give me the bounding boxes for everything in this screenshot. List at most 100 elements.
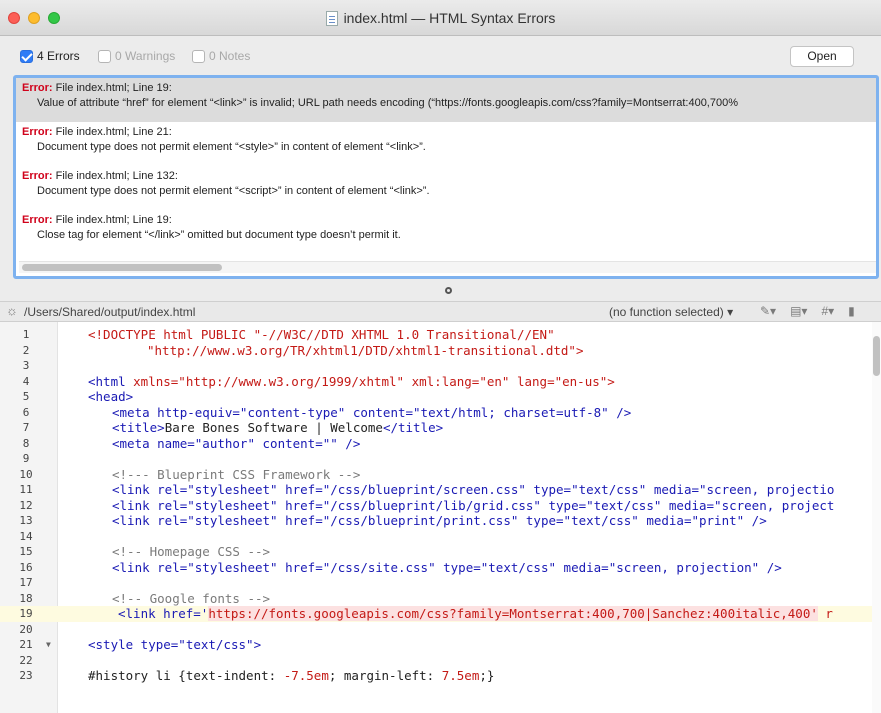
function-menu[interactable]: (no function selected) ▾ — [609, 305, 733, 319]
code-line: 8 <meta name="author" content="" /> — [0, 436, 872, 452]
html-tag: <html — [88, 373, 134, 389]
line-number: 18 — [19, 591, 33, 605]
css-prop: ; margin-left: — [328, 668, 442, 683]
error-label: Error: — [22, 170, 53, 182]
code-line: 6 <meta http-equiv="content-type" content… — [0, 405, 872, 421]
errors-checkbox[interactable] — [20, 49, 33, 63]
code-line: 7 <title>Bare Bones Software | Welcome</t… — [0, 420, 872, 436]
line-text: "http://www.w3.org/TR/xhtml1/DTD/xhtml1-… — [147, 342, 584, 358]
notes-checkbox[interactable] — [192, 49, 205, 63]
line-number: 2 — [22, 343, 30, 357]
code-line: 14 — [0, 529, 872, 545]
code-line: 1 <!DOCTYPE html PUBLIC "-//W3C//DTD XHTM… — [0, 327, 872, 343]
code-line: 2 "http://www.w3.org/TR/xhtml1/DTD/xhtml1… — [0, 343, 872, 359]
file-path[interactable]: /Users/Shared/output/index.html — [24, 305, 195, 319]
css-end: ;} — [479, 668, 495, 683]
code-line: 9 — [0, 451, 872, 467]
hash-menu-icon[interactable]: #▾ — [821, 304, 834, 318]
error-message: Close tag for element “</link>” omitted … — [37, 229, 401, 241]
line-text: <link rel="stylesheet" href="/css/bluepr… — [112, 482, 835, 497]
error-label: Error: — [22, 82, 53, 94]
code-line: 10 <!--- Blueprint CSS Framework --> — [0, 467, 872, 483]
error-item[interactable]: Error: File index.html; Line 21: Documen… — [16, 122, 876, 166]
line-text: <!--- Blueprint CSS Framework --> — [112, 466, 361, 482]
line-number: 12 — [19, 498, 33, 512]
line-number: 23 — [19, 669, 33, 682]
error-list[interactable]: Error: File index.html; Line 19: Value o… — [13, 75, 879, 279]
line-number: 21 — [19, 638, 33, 651]
line-number: 22 — [19, 653, 33, 667]
line-text: #history li {text-indent: -7.5em; margin… — [88, 668, 494, 684]
line-number: 6 — [22, 405, 30, 419]
code-line: 5 <head> — [0, 389, 872, 405]
line-number: 10 — [19, 467, 33, 481]
window-title-area: index.html — HTML Syntax Errors — [0, 10, 881, 26]
line-number: 7 — [22, 421, 30, 434]
error-location: File index.html; Line 19: — [55, 214, 172, 226]
title-bar: index.html — HTML Syntax Errors — [0, 0, 881, 36]
splitter-handle-icon[interactable] — [445, 287, 452, 294]
chevron-down-icon: ▾ — [727, 305, 734, 319]
error-message: Document type does not permit element “<… — [37, 141, 426, 153]
error-label: Error: — [22, 126, 53, 138]
error-message: Document type does not permit element “<… — [37, 185, 430, 197]
line-number: 8 — [22, 436, 30, 450]
code-line: 23 #history li {text-indent: -7.5em; marg… — [0, 668, 872, 684]
line-number: 20 — [19, 622, 33, 636]
line-number: 9 — [22, 452, 30, 465]
line-number: 5 — [22, 390, 30, 403]
code-editor[interactable]: 1 <!DOCTYPE html PUBLIC "-//W3C//DTD XHTM… — [0, 322, 881, 713]
code-line: 11 <link rel="stylesheet" href="/css/blue… — [0, 482, 872, 498]
line-text: <link rel="stylesheet" href="/css/bluepr… — [112, 497, 835, 513]
error-item[interactable]: Error: File index.html; Line 19: Value o… — [16, 78, 876, 122]
warnings-filter[interactable]: 0 Warnings — [98, 49, 175, 63]
warnings-checkbox[interactable] — [98, 49, 111, 63]
gear-icon[interactable]: ☼ — [6, 303, 18, 318]
errors-filter[interactable]: 4 Errors — [20, 49, 80, 63]
title-close-tag: </title> — [382, 420, 444, 435]
editor-nav-bar: ☼ /Users/Shared/output/index.html (no fu… — [0, 301, 881, 322]
pencil-icon[interactable]: ✎▾ — [760, 304, 776, 318]
notes-filter[interactable]: 0 Notes — [192, 49, 250, 63]
open-button[interactable]: Open — [790, 46, 854, 67]
line-number: 19 — [19, 607, 33, 620]
link-tag: <link href=' — [118, 606, 209, 621]
code-line: 21 ▼ <style type="text/css"> — [0, 637, 872, 653]
code-line: 15 <!-- Homepage CSS --> — [0, 544, 872, 560]
page-icon[interactable]: ▮ — [848, 304, 855, 318]
line-text: <style type="text/css"> — [88, 637, 262, 652]
bookmark-menu-icon[interactable]: ▤▾ — [790, 304, 807, 318]
pane-splitter[interactable] — [0, 281, 881, 301]
code-line: 17 — [0, 575, 872, 591]
line-number: 11 — [19, 483, 33, 496]
nav-icons: ✎▾ ▤▾ #▾ ▮ — [760, 304, 855, 318]
code-line: 22 — [0, 653, 872, 669]
code-line: 12 <link rel="stylesheet" href="/css/blue… — [0, 498, 872, 514]
line-number: 17 — [19, 576, 33, 589]
line-text: <link rel="stylesheet" href="/css/site.c… — [112, 559, 782, 575]
error-item[interactable]: Error: File index.html; Line 132: Docume… — [16, 166, 876, 210]
filter-toolbar: 4 Errors 0 Warnings 0 Notes Open — [0, 37, 881, 69]
line-text: <!-- Google fonts --> — [112, 590, 271, 606]
line-number: 15 — [19, 545, 33, 558]
code-line: 20 — [0, 622, 872, 638]
error-item[interactable]: Error: File index.html; Line 19: Close t… — [16, 210, 876, 254]
code-line: 18 <!-- Google fonts --> — [0, 591, 872, 607]
notes-filter-label: 0 Notes — [209, 49, 251, 63]
line-text: <meta http-equiv="content-type" content=… — [112, 404, 632, 420]
line-text: <html xmlns="http://www.w3.org/1999/xhtm… — [88, 374, 615, 390]
line-text: <!DOCTYPE html PUBLIC "-//W3C//DTD XHTML… — [88, 327, 555, 342]
vertical-scrollbar[interactable] — [872, 322, 881, 713]
code-lines[interactable]: 1 <!DOCTYPE html PUBLIC "-//W3C//DTD XHTM… — [0, 327, 872, 684]
scrollbar-thumb[interactable] — [22, 264, 222, 271]
fold-triangle-icon[interactable]: ▼ — [46, 637, 51, 653]
line-tail: r — [817, 606, 833, 621]
scrollbar-thumb[interactable] — [873, 336, 880, 376]
css-value: 7.5em — [441, 668, 480, 683]
horizontal-scrollbar[interactable] — [19, 261, 876, 273]
function-menu-label: (no function selected) — [609, 305, 724, 319]
error-location: File index.html; Line 19: — [55, 82, 172, 94]
line-text: <title>Bare Bones Software | Welcome</ti… — [112, 420, 443, 436]
code-line: 16 <link rel="stylesheet" href="/css/site… — [0, 560, 872, 576]
document-icon — [325, 11, 338, 26]
